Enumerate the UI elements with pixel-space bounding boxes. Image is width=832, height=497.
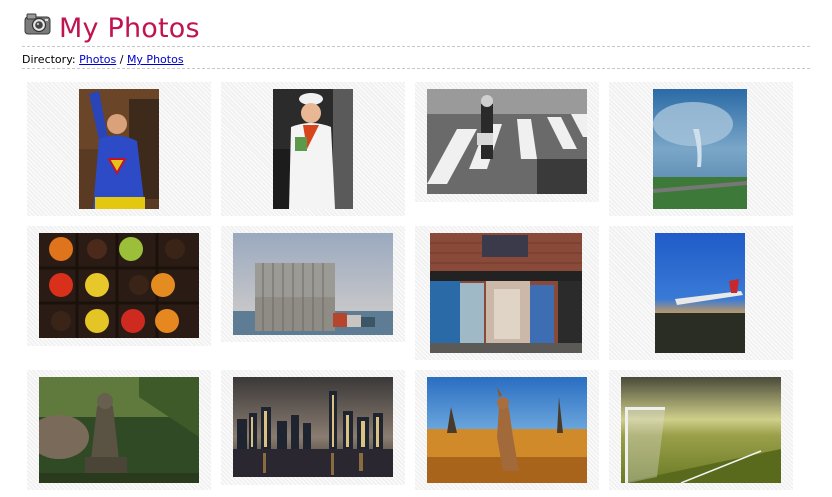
breadcrumb-link-photos[interactable]: Photos bbox=[79, 53, 116, 66]
photo-thumbnail-fruit-in-box[interactable] bbox=[39, 233, 199, 338]
photo-thumbnail-superman-costume-man[interactable] bbox=[79, 89, 159, 209]
page-title: My Photos bbox=[59, 13, 200, 44]
photo-cell bbox=[415, 82, 599, 202]
breadcrumb: Directory: Photos / My Photos bbox=[22, 53, 184, 67]
photo-cell bbox=[609, 82, 793, 216]
photo-cell bbox=[609, 370, 793, 490]
camera-icon bbox=[24, 13, 51, 35]
breadcrumb-link-my-photos[interactable]: My Photos bbox=[127, 53, 184, 66]
breadcrumb-separator: / bbox=[119, 53, 124, 66]
photo-cell bbox=[221, 82, 405, 216]
photo-thumbnail-kangaroo-in-field[interactable] bbox=[427, 377, 587, 483]
photo-thumbnail-airplane-at-dusk[interactable] bbox=[655, 233, 745, 353]
photo-cell bbox=[609, 226, 793, 360]
photo-cell bbox=[415, 226, 599, 360]
header-divider bbox=[22, 46, 810, 47]
photo-thumbnail-soccer-field-goal[interactable] bbox=[621, 377, 781, 483]
photo-cell bbox=[27, 226, 211, 346]
photo-thumbnail-shipping-containers[interactable] bbox=[233, 233, 393, 335]
breadcrumb-divider bbox=[22, 68, 810, 69]
photo-thumbnail-woman-in-white-outfit[interactable] bbox=[273, 89, 353, 209]
photo-thumbnail-stone-buddha-statue[interactable] bbox=[39, 377, 199, 483]
photo-cell bbox=[221, 226, 405, 342]
photo-cell bbox=[415, 370, 599, 490]
breadcrumb-label: Directory: bbox=[22, 53, 76, 66]
photo-thumbnail-city-skyline-night[interactable] bbox=[233, 377, 393, 477]
photo-cell bbox=[27, 82, 211, 216]
page-header: My Photos bbox=[22, 8, 810, 46]
photo-thumbnail-brick-storefront[interactable] bbox=[430, 233, 582, 353]
photo-thumbnail-tornado-over-field[interactable] bbox=[653, 89, 747, 209]
photo-cell bbox=[27, 370, 211, 490]
photo-thumbnail-street-crosswalk[interactable] bbox=[427, 89, 587, 194]
photo-cell bbox=[221, 370, 405, 485]
